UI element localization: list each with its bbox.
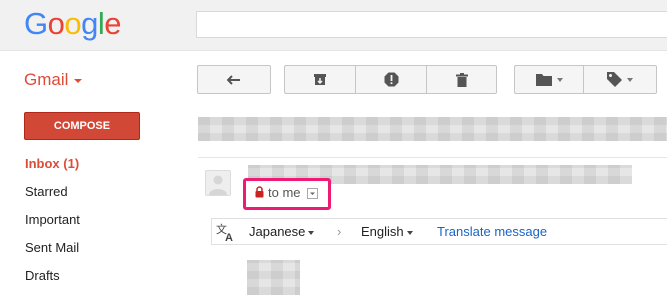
show-details-button[interactable] — [307, 188, 318, 199]
logo-letter: g — [81, 6, 98, 41]
folder-icon — [535, 74, 552, 86]
report-spam-icon — [384, 72, 398, 87]
logo-letter: e — [104, 6, 122, 41]
avatar — [205, 170, 231, 196]
label-tag-icon — [607, 72, 622, 87]
chevron-down-icon — [627, 77, 633, 82]
svg-text:A: A — [225, 232, 233, 242]
back-button[interactable] — [197, 65, 271, 94]
report-spam-button[interactable] — [355, 65, 426, 94]
compose-button[interactable]: COMPOSE — [24, 112, 140, 140]
redacted-body — [247, 260, 300, 295]
sidebar-item-inbox[interactable]: Inbox (1) — [25, 156, 79, 172]
chevron-down-icon — [310, 192, 315, 195]
move-to-button[interactable] — [514, 65, 583, 94]
divider — [198, 157, 667, 158]
source-language-label: Japanese — [249, 224, 306, 239]
language-arrow: › — [337, 224, 342, 239]
chevron-down-icon — [74, 78, 83, 83]
logo-letter: o — [47, 6, 65, 41]
translate-icon: 文 A — [216, 222, 233, 242]
sidebar-item-starred[interactable]: Starred — [25, 184, 68, 200]
search-input[interactable] — [196, 11, 667, 38]
gmail-label: Gmail — [24, 70, 69, 89]
back-arrow-icon — [227, 74, 240, 85]
labels-button[interactable] — [583, 65, 657, 94]
target-language-label: English — [361, 224, 404, 239]
google-logo[interactable]: Google — [24, 6, 122, 42]
sidebar-item-sent-mail[interactable]: Sent Mail — [25, 240, 79, 256]
lock-icon — [255, 186, 264, 198]
source-language-select[interactable]: Japanese — [249, 224, 315, 240]
trash-icon — [455, 72, 468, 87]
recipient-label: to me — [268, 185, 301, 200]
chevron-down-icon — [556, 77, 563, 82]
gmail-app-switcher[interactable]: Gmail — [24, 70, 83, 90]
sidebar-item-important[interactable]: Important — [25, 212, 80, 228]
person-icon — [209, 175, 227, 195]
archive-button[interactable] — [284, 65, 355, 94]
chevron-down-icon — [308, 230, 315, 235]
target-language-select[interactable]: English — [361, 224, 413, 240]
redacted-subject — [198, 117, 667, 141]
translate-message-link[interactable]: Translate message — [437, 224, 547, 240]
archive-icon — [314, 74, 326, 85]
logo-letter: o — [64, 6, 82, 41]
delete-button[interactable] — [426, 65, 497, 94]
logo-letter: G — [24, 6, 48, 41]
sidebar-item-drafts[interactable]: Drafts — [25, 268, 60, 284]
chevron-down-icon — [406, 230, 413, 235]
